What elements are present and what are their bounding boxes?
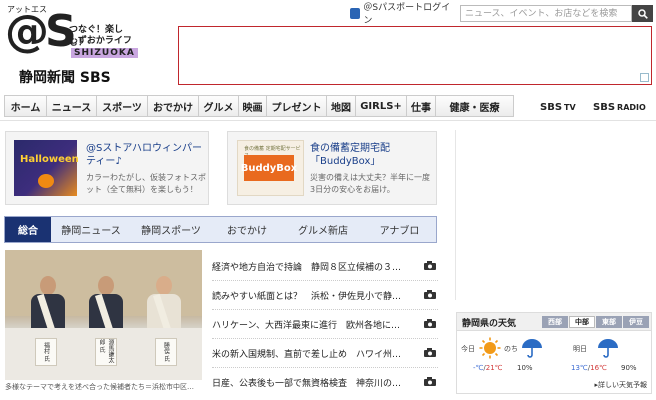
search-button[interactable] [632,5,653,22]
tab-shizuoka-news[interactable]: 静岡ニュース [51,217,131,242]
promo-buddybox-title: 食の備蓄定期宅配「BuddyBox」 [310,143,390,167]
nav-present[interactable]: プレゼント [267,96,327,116]
promo-card-halloween[interactable]: Halloween @Sストアハロウィンパーティー♪ カラーわたがし、仮装フォト… [5,131,209,205]
headline-text: 読みやすい紙面とは？ 浜松・伊佐見小で静… [212,291,402,302]
weather-detail-link[interactable]: ▸詳しい天気予報 [594,380,647,390]
ad-info-icon[interactable] [640,73,649,82]
sun-icon [479,337,501,359]
camera-icon [424,348,436,357]
headline-item[interactable]: 米の新入国規制、直前で差し止め ハワイ州… [212,339,438,368]
weather-header: 静岡県の天気 西部 中部 東部 伊豆 [457,313,651,331]
logo-mark: @S [5,6,77,57]
logo-region: SHIZUOKA [71,48,138,58]
weather-title: 静岡県の天気 [462,319,517,329]
promo-halloween-title: @Sストアハロウィンパーティー♪ [86,143,202,167]
nav-divider [0,120,656,121]
nav-home[interactable]: ホーム [5,96,47,116]
nav-movies[interactable]: 映画 [239,96,267,116]
name-plate: 源馬謙太郎 氏 [95,338,117,366]
tab-odekake[interactable]: おでかけ [211,217,283,242]
weather-tomorrow-temp: 13℃/16℃ [571,364,607,372]
passport-login-link[interactable]: ＠Sパスポートログイン [350,3,454,26]
sbs-radio-label: SBS [593,101,616,113]
search-input[interactable] [460,5,632,22]
nav-girls[interactable]: GIRLS+ [356,96,407,116]
sbs-radio-link[interactable]: SBS RADIO [593,98,646,116]
sbs-tv-label: SBS [540,101,563,113]
weather-later-label: のち [504,345,518,353]
passport-login-label: ＠Sパスポートログイン [363,3,451,26]
news-tabs: 総合 静岡ニュース 静岡スポーツ おでかけ グルメ新店 アナブロ [4,216,437,243]
right-column-divider [455,130,456,300]
umbrella-icon [598,339,618,358]
nav-jobs[interactable]: 仕事 [407,96,436,116]
weather-tomorrow-rain-chance: 90% [621,364,637,372]
tab-general[interactable]: 総合 [5,217,51,242]
nav-map[interactable]: 地図 [327,96,356,116]
weather-today-rain-chance: 10% [517,364,533,372]
weather-region-central[interactable]: 中部 [569,316,595,328]
headline-item[interactable]: 日産、公表後も一部で無資格検査 神奈川の… [212,368,438,397]
camera-icon [424,319,436,328]
headline-item[interactable]: 読みやすい紙面とは？ 浜松・伊佐見小で静… [212,281,438,310]
site-search [460,5,653,22]
headline-text: 経済や地方自治で持論 静岡８区立候補の３… [212,262,402,273]
weather-region-west[interactable]: 西部 [542,316,568,328]
camera-icon [424,290,436,299]
weather-today-high: 21℃ [485,364,503,372]
headline-list: 経済や地方自治で持論 静岡８区立候補の３… 読みやすい紙面とは？ 浜松・伊佐見小… [212,252,438,397]
name-plate: 勝俣 氏 [155,338,177,366]
weather-tomorrow-label: 明日 [573,345,587,353]
camera-icon [424,377,436,386]
nav-odekake[interactable]: おでかけ [148,96,199,116]
promo-card-buddybox[interactable]: 食の備蓄 定期宅配サービス BuddyBox 食の備蓄定期宅配「BuddyBox… [227,131,437,205]
banner-ad[interactable] [178,26,652,85]
headline-item[interactable]: 経済や地方自治で持論 静岡８区立候補の３… [212,252,438,281]
promo-halloween-thumbnail: Halloween [14,140,79,196]
camera-icon [424,261,436,270]
weather-today-temp: -℃/21℃ [473,364,503,372]
headline-text: 日産、公表後も一部で無資格検査 神奈川の… [212,379,402,389]
sbs-tv-sub: TV [564,102,576,112]
weather-region-tabs: 西部 中部 東部 伊豆 [541,316,649,328]
sbs-radio-sub: RADIO [617,102,646,112]
passport-icon [350,7,361,19]
name-plate: 福村 氏 [35,338,57,366]
weather-region-izu[interactable]: 伊豆 [623,316,649,328]
promo-buddybox-desc: 災害の備えは大丈夫？半年に一度3日分の安心をお届け。 [310,173,430,194]
promo-buddybox-thumbnail: 食の備蓄 定期宅配サービス BuddyBox [237,140,304,196]
search-icon [637,8,648,19]
global-nav: ホーム ニュース スポーツ おでかけ グルメ 映画 プレゼント 地図 GIRLS… [4,95,514,117]
promo-halloween-thumb-text: Halloween [20,154,79,165]
promo-buddybox-thumb-text: BuddyBox [241,155,297,181]
nav-gourmet[interactable]: グルメ [199,96,239,116]
headline-text: ハリケーン、大西洋最東に進行 欧州各地に… [212,320,401,331]
headline-text: 米の新入国規制、直前で差し止め ハワイ州… [212,349,402,360]
nav-health[interactable]: 健康・医療 [436,96,513,116]
site-logo[interactable]: アットエス @S つなぐ！楽しむ！ しずおかライフ SHIZUOKA 静岡新聞 … [5,4,138,88]
nav-news[interactable]: ニュース [47,96,97,116]
headline-item[interactable]: ハリケーン、大西洋最東に進行 欧州各地に… [212,310,438,339]
sbs-tv-link[interactable]: SBS TV [540,98,576,116]
weather-widget: 静岡県の天気 西部 中部 東部 伊豆 今日 のち 明日 -℃/21℃ 10% 1… [456,312,652,394]
weather-detail-label: 詳しい天気予報 [598,381,647,389]
weather-tomorrow-low: 13℃ [571,364,588,372]
tab-anablog[interactable]: アナブロ [363,217,436,242]
promo-halloween-desc: カラーわたがし、仮装フォトスポット（全て無料）を楽しもう！ [86,173,206,194]
weather-today-low: -℃ [473,364,484,372]
weather-tomorrow-high: 16℃ [590,364,607,372]
nav-sports[interactable]: スポーツ [97,96,148,116]
tab-shizuoka-sports[interactable]: 静岡スポーツ [131,217,211,242]
umbrella-icon [522,339,542,358]
photo-caption: 多様なテーマで考えを述べ合った候補者たち＝浜松市中区… [5,383,194,391]
pumpkin-icon [38,174,54,188]
tab-gourmet-new[interactable]: グルメ新店 [283,217,363,242]
top-news-photo[interactable]: 福村 氏 源馬謙太郎 氏 勝俣 氏 [5,250,202,380]
weather-today-label: 今日 [461,345,475,353]
weather-region-east[interactable]: 東部 [596,316,622,328]
logo-tagline-2: しずおかライフ [69,36,132,46]
logo-paper-name: 静岡新聞 SBS [19,70,111,86]
